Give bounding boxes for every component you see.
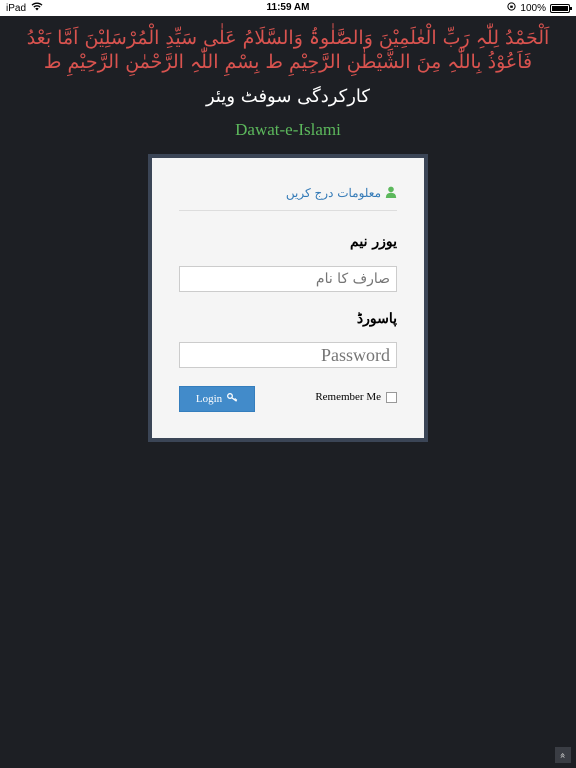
password-label: پاسورڈ <box>356 311 397 327</box>
login-panel: معلومات درج کریں یوزر نیم پاسورڈ Login <box>152 158 424 438</box>
organization-name: Dawat-e-Islami <box>235 120 341 139</box>
username-label: یوزر نیم <box>350 234 397 250</box>
status-time: 11:59 AM <box>266 2 310 13</box>
remember-me[interactable]: Remember Me <box>315 391 397 403</box>
panel-heading-text: معلومات درج کریں <box>285 186 381 200</box>
username-input[interactable] <box>179 266 397 292</box>
key-icon <box>227 393 238 405</box>
remember-me-checkbox[interactable] <box>386 391 397 403</box>
battery-fill <box>552 5 568 11</box>
scroll-to-top-button[interactable]: » <box>555 747 571 763</box>
battery-percent: 100% <box>520 2 546 14</box>
login-button-label: Login <box>195 393 223 405</box>
chevrons-up-icon: » <box>557 751 569 759</box>
software-name: کارکردگی سوفٹ ویئر <box>205 86 370 107</box>
remember-me-label: Remember Me <box>315 391 381 403</box>
status-bar-right: 100% <box>507 2 572 14</box>
password-input[interactable] <box>179 342 397 368</box>
user-icon <box>385 186 397 198</box>
login-button[interactable]: Login <box>179 386 255 412</box>
orientation-lock-icon <box>507 2 517 14</box>
battery-icon <box>550 3 572 13</box>
header-dua: اَلْحَمْدُ لِلّٰہِ رَبِّ الْعٰلَمِیْنَ و… <box>26 27 550 73</box>
login-panel-frame: معلومات درج کریں یوزر نیم پاسورڈ Login <box>148 154 428 442</box>
status-bar: iPad 11:59 AM 100% <box>0 0 576 16</box>
panel-heading: معلومات درج کریں <box>179 186 397 211</box>
